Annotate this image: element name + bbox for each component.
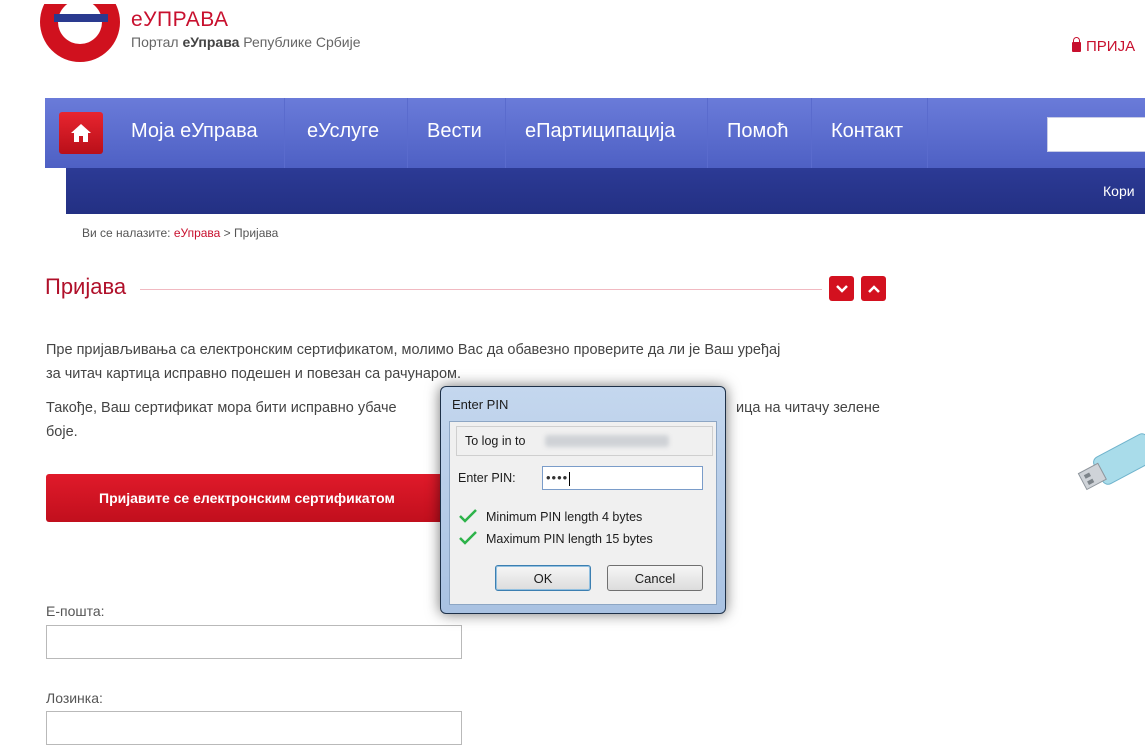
password-field[interactable] — [46, 711, 462, 745]
redacted-token-name — [545, 435, 669, 447]
breadcrumb: Ви се налазите: еУправа > Пријава — [82, 226, 279, 240]
checkmark-icon — [459, 509, 477, 523]
nav-divider — [407, 98, 408, 168]
dialog-title: Enter PIN — [452, 397, 509, 412]
home-button[interactable] — [59, 112, 103, 154]
nav-item-vesti[interactable]: Вести — [427, 120, 482, 143]
nav-item-pomoc[interactable]: Помоћ — [727, 120, 789, 143]
nav-divider — [811, 98, 812, 168]
min-pin-rule: Minimum PIN length 4 bytes — [486, 510, 643, 524]
cancel-button[interactable]: Cancel — [607, 565, 703, 591]
chevron-up-icon — [867, 284, 880, 293]
enter-pin-dialog: Enter PIN To log in to Enter PIN: •••• M… — [440, 386, 726, 614]
ok-button[interactable]: OK — [495, 565, 591, 591]
nav-divider — [927, 98, 928, 168]
nav-item-kontakt[interactable]: Контакт — [831, 120, 903, 143]
breadcrumb-link-euprava[interactable]: еУправа — [174, 226, 221, 240]
nav-item-eusluge[interactable]: еУслуге — [307, 120, 379, 143]
brand-title: еУПРАВА — [131, 8, 229, 31]
intro-paragraph: Пре пријављивања са електронским сертифи… — [46, 342, 781, 382]
nav-divider — [707, 98, 708, 168]
chevron-down-icon — [835, 284, 848, 293]
pin-input[interactable]: •••• — [542, 466, 703, 490]
home-icon — [71, 124, 91, 142]
title-divider — [140, 289, 822, 290]
email-label: Е-пошта: — [46, 603, 105, 619]
max-pin-rule: Maximum PIN length 15 bytes — [486, 532, 653, 546]
nav-divider — [284, 98, 285, 168]
sub-nav: Кори — [66, 168, 1145, 214]
expand-button[interactable] — [861, 276, 886, 301]
login-link[interactable]: ПРИЈА — [1072, 37, 1135, 55]
search-input[interactable] — [1047, 117, 1145, 152]
breadcrumb-current: Пријава — [234, 226, 279, 240]
lock-icon — [1072, 37, 1081, 52]
collapse-button[interactable] — [829, 276, 854, 301]
password-label: Лозинка: — [46, 690, 103, 706]
certificate-login-button[interactable]: Пријавите се електронским сертификатом — [46, 474, 476, 522]
nav-item-moja-euprava[interactable]: Моја еУправа — [131, 120, 258, 143]
text-caret — [569, 471, 571, 486]
login-target-group: To log in to — [456, 426, 713, 456]
nav-item-eparticipacija[interactable]: еПартиципација — [525, 120, 675, 143]
usb-token-image — [1075, 422, 1145, 512]
checkmark-icon — [459, 531, 477, 545]
page-title: Пријава — [45, 274, 127, 299]
nav-divider — [505, 98, 506, 168]
main-nav: Моја еУправа еУслуге Вести еПартиципациј… — [45, 98, 1145, 168]
pin-label: Enter PIN: — [458, 471, 516, 485]
eupava-logo[interactable] — [40, 0, 120, 66]
brand-subtitle: Портал еУправа Републике Србије — [131, 34, 361, 50]
login-to-label: To log in to — [465, 434, 526, 448]
subnav-user-link[interactable]: Кори — [1103, 183, 1135, 199]
email-field[interactable] — [46, 625, 462, 659]
